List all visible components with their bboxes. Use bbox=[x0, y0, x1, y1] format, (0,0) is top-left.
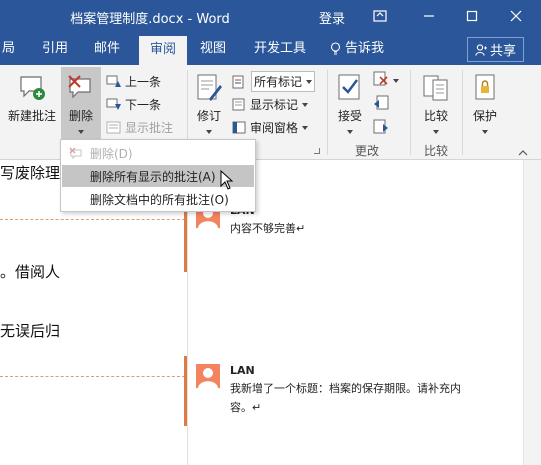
review-pane-icon bbox=[232, 121, 246, 134]
ribbon-display-options-icon[interactable] bbox=[369, 5, 391, 27]
mouse-cursor-icon bbox=[220, 169, 234, 193]
review-pane-arrow-icon bbox=[302, 125, 309, 130]
previous-change-icon bbox=[374, 95, 389, 110]
avatar bbox=[196, 364, 220, 388]
show-comments-button[interactable]: 显示批注 bbox=[106, 119, 173, 136]
delete-label: 删除 bbox=[68, 109, 93, 123]
compare-button[interactable]: 比较 bbox=[418, 73, 454, 134]
group-separator bbox=[410, 70, 411, 155]
tell-me-box[interactable]: 告诉我 bbox=[326, 33, 388, 65]
comment-text: 容。↵ bbox=[230, 401, 262, 414]
track-changes-label: 修订 bbox=[196, 109, 221, 123]
maximize-button[interactable] bbox=[461, 5, 483, 27]
reject-button[interactable] bbox=[373, 71, 389, 90]
compare-dropdown-icon bbox=[433, 130, 439, 134]
show-markup-icon bbox=[232, 98, 245, 111]
review-pane-label: 审阅窗格 bbox=[250, 121, 299, 135]
new-comment-button[interactable]: 新建批注 bbox=[6, 73, 58, 124]
protect-button[interactable]: 保护 bbox=[467, 73, 503, 134]
show-markup-arrow-icon bbox=[302, 102, 309, 107]
track-changes-button[interactable]: 修订 bbox=[192, 73, 226, 134]
comment-text: 内容不够完善↵ bbox=[230, 222, 306, 235]
minimize-button[interactable] bbox=[418, 5, 440, 27]
lightbulb-icon bbox=[330, 42, 341, 55]
markup-select-arrow-icon bbox=[306, 79, 313, 84]
track-changes-dropdown-icon bbox=[206, 130, 212, 134]
compare-label: 比较 bbox=[423, 109, 448, 123]
next-comment-icon bbox=[106, 98, 121, 110]
new-comment-icon bbox=[20, 76, 45, 100]
person-avatar-icon bbox=[198, 368, 218, 388]
next-change-icon bbox=[373, 119, 388, 134]
tab-review[interactable]: 审阅 bbox=[139, 33, 187, 65]
show-comments-icon bbox=[106, 121, 121, 134]
show-markup-label: 显示标记 bbox=[250, 98, 299, 112]
reject-icon bbox=[373, 71, 388, 86]
delete-comment-icon bbox=[68, 75, 91, 99]
tab-developer[interactable]: 开发工具 bbox=[250, 33, 310, 65]
document-line[interactable]: 。借阅人 bbox=[0, 261, 60, 282]
tab-layout[interactable]: 局 bbox=[0, 33, 19, 65]
close-button[interactable] bbox=[505, 5, 527, 27]
protect-label: 保护 bbox=[472, 109, 497, 123]
next-comment-button[interactable]: 下一条 bbox=[106, 96, 161, 113]
protect-icon bbox=[475, 74, 495, 100]
markup-display-select[interactable]: 所有标记 bbox=[232, 71, 316, 92]
document-line[interactable]: 写废除理 bbox=[0, 162, 60, 183]
group-separator bbox=[327, 70, 328, 155]
reject-dropdown-icon[interactable] bbox=[393, 79, 399, 83]
group-separator bbox=[462, 70, 463, 155]
accept-button[interactable]: 接受 bbox=[334, 73, 366, 134]
changes-group-label: 更改 bbox=[355, 144, 380, 158]
comment-anchor-line bbox=[0, 219, 185, 220]
title-bar: 档案管理制度.docx - Word 登录 bbox=[0, 0, 541, 33]
share-button[interactable]: 共享 bbox=[467, 37, 524, 62]
show-markup-button[interactable]: 显示标记 bbox=[232, 96, 309, 113]
track-changes-icon bbox=[197, 74, 222, 101]
compare-icon bbox=[423, 75, 448, 101]
tab-references[interactable]: 引用 bbox=[38, 33, 72, 65]
previous-comment-button[interactable]: 上一条 bbox=[106, 73, 161, 90]
tab-view[interactable]: 视图 bbox=[196, 33, 230, 65]
tell-me-label: 告诉我 bbox=[345, 41, 385, 56]
protect-dropdown-icon bbox=[482, 130, 488, 134]
previous-change-button[interactable] bbox=[373, 95, 389, 114]
delete-comment-button[interactable]: 删除 bbox=[61, 67, 101, 140]
comment-author: LAN bbox=[230, 364, 255, 377]
menu-item-label: 删除(D) bbox=[90, 146, 133, 161]
document-line[interactable]: 无误后归 bbox=[0, 320, 60, 341]
vertical-scrollbar[interactable] bbox=[523, 160, 541, 465]
ribbon-tabs: 局 引用 邮件 审阅 视图 开发工具 告诉我 共享 bbox=[0, 33, 541, 65]
new-comment-label: 新建批注 bbox=[7, 109, 56, 123]
menu-item-label: 删除所有显示的批注(A) bbox=[90, 169, 216, 184]
menu-item-label: 删除文档中的所有批注(O) bbox=[90, 192, 229, 207]
review-pane-button[interactable]: 审阅窗格 bbox=[232, 119, 309, 136]
accept-dropdown-icon bbox=[347, 130, 353, 134]
delete-comment-small-icon bbox=[69, 147, 82, 159]
comment-text: 我新增了一个标题：档案的保存期限。请补充内 bbox=[230, 382, 461, 395]
share-label: 共享 bbox=[489, 44, 516, 59]
tab-mailings[interactable]: 邮件 bbox=[90, 33, 124, 65]
dialog-launcher-icon[interactable] bbox=[314, 148, 320, 154]
compare-group-label: 比较 bbox=[424, 144, 449, 158]
show-comments-label: 显示批注 bbox=[125, 121, 174, 135]
window-title: 档案管理制度.docx - Word bbox=[70, 12, 230, 27]
next-label: 下一条 bbox=[125, 98, 162, 112]
menu-item-delete[interactable]: 删除(D) bbox=[62, 142, 254, 164]
collapse-ribbon-button[interactable] bbox=[518, 145, 528, 159]
accept-icon bbox=[338, 74, 360, 100]
person-icon bbox=[475, 43, 487, 56]
next-change-button[interactable] bbox=[373, 119, 389, 138]
login-link[interactable]: 登录 bbox=[319, 8, 345, 27]
delete-dropdown-arrow-icon bbox=[78, 130, 84, 134]
markup-display-value: 所有标记 bbox=[254, 75, 303, 89]
comment-anchor-line bbox=[0, 376, 185, 377]
chevron-up-icon bbox=[518, 150, 528, 156]
previous-comment-icon bbox=[106, 75, 121, 87]
accept-label: 接受 bbox=[337, 109, 362, 123]
markup-display-icon bbox=[232, 75, 244, 88]
previous-label: 上一条 bbox=[125, 75, 162, 89]
